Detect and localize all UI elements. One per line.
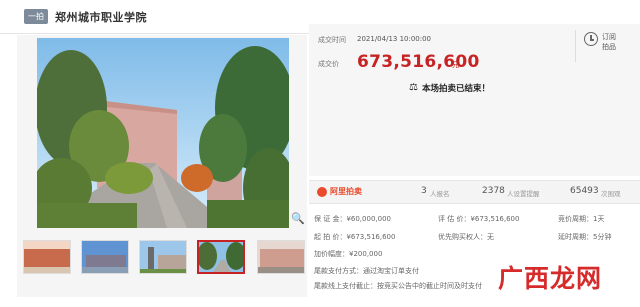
thumbnail-4-selected[interactable] xyxy=(197,240,245,274)
signup-label: 人报名 xyxy=(430,190,450,198)
view-count: 65493 xyxy=(570,186,599,196)
clock-icon[interactable] xyxy=(584,32,598,46)
thumbnail-1[interactable] xyxy=(23,240,71,274)
subscribe-label-2: 拍品 xyxy=(602,43,616,51)
deal-price-unit: 元 xyxy=(452,61,459,69)
watermark: 广西龙网 xyxy=(498,264,603,293)
brand-logo-icon xyxy=(317,187,327,197)
reminder-count: 2378 xyxy=(482,186,505,196)
signup-count: 3 xyxy=(421,186,427,196)
divider xyxy=(575,30,576,62)
deal-time-value: 2021/04/13 10:00:00 xyxy=(357,35,432,43)
deal-price-label: 成交价 xyxy=(318,60,339,68)
main-image[interactable] xyxy=(37,38,289,228)
auction-result-panel xyxy=(309,24,640,176)
priority-buyer: 优先购买权人：无 xyxy=(438,233,494,241)
subscribe-label-1: 订阅 xyxy=(602,33,616,41)
bid-cycle: 竞价周期：1天 xyxy=(558,215,605,223)
thumbnail-image xyxy=(199,242,243,272)
thumbnail-image xyxy=(258,241,304,273)
thumbnail-strip xyxy=(23,240,305,276)
thumbnail-image xyxy=(140,241,186,273)
thumbnail-image xyxy=(24,241,70,273)
page-title: 郑州城市职业学院 xyxy=(55,11,147,24)
brand-name: 阿里拍卖 xyxy=(330,187,362,196)
deal-time-label: 成交时间 xyxy=(318,36,346,44)
delay-cycle: 延时周期：5分钟 xyxy=(558,233,612,241)
deal-price-value: 673,516,600 xyxy=(357,52,480,72)
reminder-label: 人设置提醒 xyxy=(507,190,540,198)
offline-deadline: 尾款线上支付截止：按竞买公告中的截止时间及时支付 xyxy=(314,282,482,290)
thumbnail-3[interactable] xyxy=(139,240,187,274)
thumbnail-image xyxy=(82,241,128,273)
auction-round-badge: 一拍 xyxy=(24,9,48,24)
view-label: 次围观 xyxy=(601,190,621,198)
zoom-icon[interactable]: 🔍 xyxy=(291,212,305,226)
payment-method: 尾款支付方式：通过淘宝订单支付 xyxy=(314,267,419,275)
thumbnail-2[interactable] xyxy=(81,240,129,274)
campus-photo xyxy=(37,38,289,228)
gavel-icon: ⚖ xyxy=(409,82,418,93)
increment: 加价幅度：¥200,000 xyxy=(314,250,383,258)
thumbnail-5[interactable] xyxy=(257,240,305,274)
deposit: 保 证 金：¥60,000,000 xyxy=(314,215,391,223)
start-price: 起 拍 价：¥673,516,600 xyxy=(314,233,396,241)
auction-ended-text: 本场拍卖已结束！ xyxy=(422,84,491,94)
appraisal: 评 估 价：¥673,516,600 xyxy=(438,215,520,223)
subscribe-button[interactable]: 订阅 拍品 xyxy=(602,32,628,52)
